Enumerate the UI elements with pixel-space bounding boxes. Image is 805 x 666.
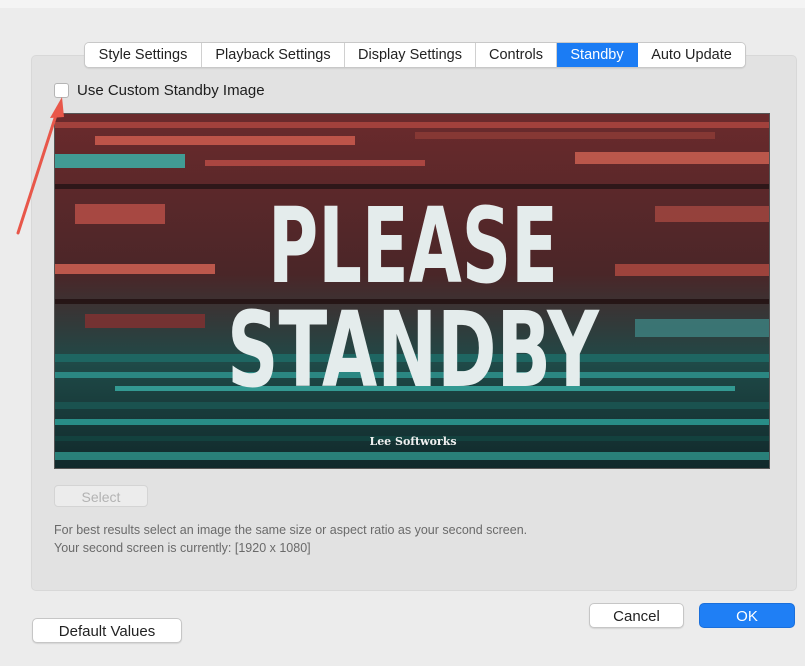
hint-text-resolution: Your second screen is currently: [1920 x…	[54, 541, 311, 555]
ok-button[interactable]: OK	[699, 603, 795, 628]
custom-image-option: Use Custom Standby Image	[54, 82, 265, 99]
headline: PLEASE STANDBY	[227, 185, 600, 411]
tab-display-settings[interactable]: Display Settings	[345, 43, 476, 67]
hint-text-aspect: For best results select an image the sam…	[54, 523, 528, 537]
custom-image-checkbox[interactable]	[54, 83, 69, 98]
select-image-button[interactable]: Select	[54, 485, 148, 507]
default-values-button[interactable]: Default Values	[32, 618, 182, 643]
custom-image-label[interactable]: Use Custom Standby Image	[77, 82, 265, 99]
title-strip	[0, 0, 805, 8]
tab-auto-update[interactable]: Auto Update	[638, 43, 745, 67]
tab-playback-settings[interactable]: Playback Settings	[202, 43, 345, 67]
headline-line2: STANDBY	[227, 289, 600, 411]
tab-standby[interactable]: Standby	[557, 43, 638, 67]
cancel-button[interactable]: Cancel	[589, 603, 684, 628]
tab-bar: Style Settings Playback Settings Display…	[84, 42, 746, 68]
brand-text: Lee Softworks	[369, 435, 456, 448]
tab-controls[interactable]: Controls	[476, 43, 557, 67]
preferences-window: Style Settings Playback Settings Display…	[0, 0, 805, 666]
standby-image-preview: PLEASE STANDBY Lee Softworks	[54, 113, 770, 469]
tab-style-settings[interactable]: Style Settings	[85, 43, 202, 67]
